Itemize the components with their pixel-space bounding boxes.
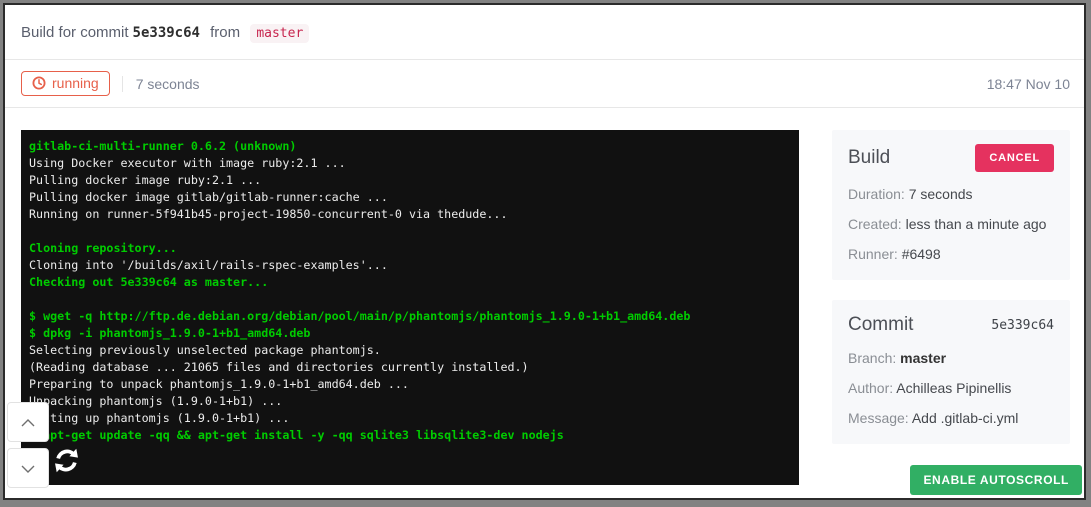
status-badge: running [21, 71, 110, 96]
info-value: 7 seconds [909, 186, 973, 202]
info-label: Message: [848, 410, 912, 426]
info-row: Author: Achilleas Pipinellis [848, 380, 1054, 396]
terminal-line: (Reading database ... 21065 files and di… [29, 359, 791, 376]
scroll-down-button[interactable] [7, 448, 49, 488]
build-panel-rows: Duration: 7 secondsCreated: less than a … [848, 186, 1054, 262]
terminal-line: Setting up phantomjs (1.9.0-1+b1) ... [29, 410, 791, 427]
info-row: Message: Add .gitlab-ci.yml [848, 410, 1054, 426]
terminal-line [29, 223, 791, 240]
cancel-button[interactable]: CANCEL [975, 144, 1054, 172]
info-value: #6498 [902, 246, 941, 262]
page-frame: Build for commit5e339c64 from master run… [3, 3, 1086, 500]
info-label: Duration: [848, 186, 909, 202]
terminal-line: Using Docker executor with image ruby:2.… [29, 155, 791, 172]
build-timestamp: 18:47 Nov 10 [987, 76, 1070, 92]
info-value: Achilleas Pipinellis [896, 380, 1011, 396]
chevron-down-icon [21, 461, 35, 476]
main-area: gitlab-ci-multi-runner 0.6.2 (unknown)Us… [5, 108, 1084, 498]
terminal-line: gitlab-ci-multi-runner 0.6.2 (unknown) [29, 138, 791, 155]
build-panel-title: Build [848, 147, 890, 169]
info-row: Duration: 7 seconds [848, 186, 1054, 202]
build-duration: 7 seconds [122, 76, 200, 92]
header-branch-link[interactable]: master [250, 24, 309, 43]
scroll-up-button[interactable] [7, 402, 49, 442]
status-label: running [52, 75, 99, 91]
build-page-window: Build for commit5e339c64 from master run… [0, 0, 1091, 507]
loading-spinner-icon [53, 447, 791, 477]
build-trace-terminal: gitlab-ci-multi-runner 0.6.2 (unknown)Us… [21, 130, 799, 485]
terminal-line: $ apt-get update -qq && apt-get install … [29, 427, 791, 444]
terminal-line: $ wget -q http://ftp.de.debian.org/debia… [29, 308, 791, 325]
terminal-output: gitlab-ci-multi-runner 0.6.2 (unknown)Us… [29, 138, 791, 444]
commit-panel-title: Commit [848, 314, 913, 336]
terminal-line: Selecting previously unselected package … [29, 342, 791, 359]
build-page-content: Build for commit5e339c64 from master run… [5, 5, 1084, 498]
commit-panel-rows: Branch: masterAuthor: Achilleas Pipinell… [848, 350, 1054, 426]
commit-panel-head: Commit 5e339c64 [848, 314, 1054, 336]
info-label: Author: [848, 380, 896, 396]
terminal-line: Pulling docker image ruby:2.1 ... [29, 172, 791, 189]
info-row: Branch: master [848, 350, 1054, 366]
terminal-line: Unpacking phantomjs (1.9.0-1+b1) ... [29, 393, 791, 410]
header-commit-sha: 5e339c64 [133, 25, 200, 41]
terminal-line: Checking out 5e339c64 as master... [29, 274, 791, 291]
clock-icon [32, 76, 46, 90]
terminal-line: Preparing to unpack phantomjs_1.9.0-1+b1… [29, 376, 791, 393]
chevron-up-icon [21, 415, 35, 430]
header-prefix: Build for commit [21, 24, 129, 41]
status-bar: running 7 seconds 18:47 Nov 10 [5, 60, 1084, 108]
enable-autoscroll-button[interactable]: ENABLE AUTOSCROLL [910, 465, 1082, 495]
build-panel-head: Build CANCEL [848, 144, 1054, 172]
info-label: Created: [848, 216, 906, 232]
terminal-line: Cloning repository... [29, 240, 791, 257]
build-header: Build for commit5e339c64 from master [5, 5, 1084, 60]
terminal-line: Cloning into '/builds/axil/rails-rspec-e… [29, 257, 791, 274]
terminal-line: Pulling docker image gitlab/gitlab-runne… [29, 189, 791, 206]
terminal-line: $ dpkg -i phantomjs_1.9.0-1+b1_amd64.deb [29, 325, 791, 342]
build-panel: Build CANCEL Duration: 7 secondsCreated:… [832, 130, 1070, 280]
info-row: Runner: #6498 [848, 246, 1054, 262]
commit-sha-link[interactable]: 5e339c64 [991, 318, 1054, 333]
info-row: Created: less than a minute ago [848, 216, 1054, 232]
info-value: Add .gitlab-ci.yml [912, 410, 1019, 426]
info-value: less than a minute ago [906, 216, 1047, 232]
header-from-label: from [210, 24, 240, 41]
terminal-line [29, 291, 791, 308]
terminal-line: Running on runner-5f941b45-project-19850… [29, 206, 791, 223]
commit-panel: Commit 5e339c64 Branch: masterAuthor: Ac… [832, 300, 1070, 444]
info-value: master [900, 350, 946, 366]
info-label: Branch: [848, 350, 900, 366]
build-sidebar: Build CANCEL Duration: 7 secondsCreated:… [832, 130, 1070, 498]
info-label: Runner: [848, 246, 902, 262]
